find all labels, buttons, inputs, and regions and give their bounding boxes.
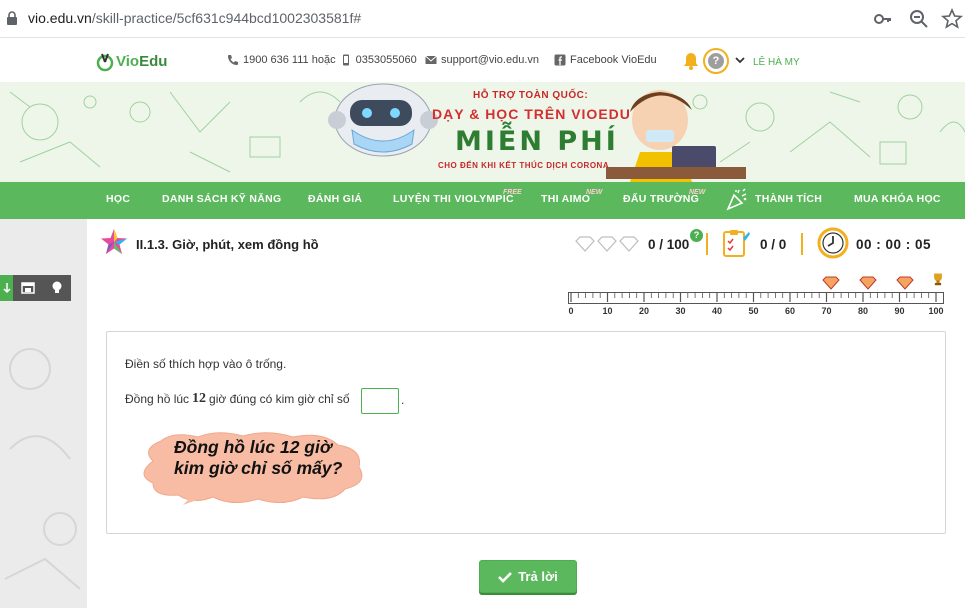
hint-button[interactable] bbox=[42, 275, 71, 301]
question-trailing-period: . bbox=[401, 393, 405, 407]
facebook-label: Facebook VioEdu bbox=[570, 54, 657, 66]
nav-item-hoc[interactable]: HỌC bbox=[106, 193, 130, 205]
trophy-icon bbox=[934, 273, 942, 286]
hint-line-2: kim giờ chỉ số mấy? bbox=[174, 458, 343, 478]
nav-item-achievements[interactable]: THÀNH TÍCH bbox=[755, 193, 822, 205]
elapsed-timer: 00 : 00 : 05 bbox=[856, 237, 932, 252]
url-field[interactable]: vio.edu.vn/skill-practice/5cf631c944bcd1… bbox=[28, 10, 361, 26]
notification-bell-icon[interactable] bbox=[682, 51, 700, 71]
checkmark-icon bbox=[498, 571, 513, 583]
header-divider bbox=[801, 233, 803, 255]
banner-headline: DẠY & HỌC TRÊN VIOEDU bbox=[432, 106, 631, 122]
party-popper-icon bbox=[726, 188, 747, 211]
main-nav: HỌC DANH SÁCH KỸ NĂNG ĐÁNH GIÁ LUYỆN THI… bbox=[0, 182, 965, 219]
chevron-down-icon[interactable] bbox=[735, 55, 745, 65]
nav-item-skill-list[interactable]: DANH SÁCH KỸ NĂNG bbox=[162, 193, 281, 205]
header-divider bbox=[706, 233, 708, 255]
nav-item-violympic[interactable]: LUYỆN THI VIOLYMPIC bbox=[393, 193, 514, 205]
side-toolbar-toggle[interactable] bbox=[0, 275, 13, 301]
question-number: 12 bbox=[192, 391, 207, 406]
lock-icon bbox=[7, 11, 17, 25]
progress-ruler: 0 10 20 30 40 50 60 70 80 90 100 bbox=[568, 292, 944, 316]
window-button[interactable] bbox=[13, 275, 42, 301]
facebook-link[interactable]: Facebook VioEdu bbox=[554, 54, 657, 66]
diamond-milestone-icon bbox=[859, 276, 877, 290]
score-value: 0 / 100 bbox=[648, 237, 690, 252]
clock-icon bbox=[817, 227, 849, 259]
new-badge: NEW bbox=[689, 189, 706, 196]
question-text-before: Đồng hồ lúc bbox=[125, 392, 190, 406]
hint-line-1: Đồng hồ lúc 12 giờ bbox=[174, 437, 332, 457]
window-icon bbox=[20, 282, 35, 294]
banner-footnote: CHO ĐẾN KHI KẾT THÚC DỊCH CORONA bbox=[438, 161, 610, 170]
zoom-out-icon[interactable] bbox=[908, 8, 930, 30]
lightbulb-icon bbox=[52, 281, 61, 293]
key-icon[interactable] bbox=[872, 8, 894, 30]
phone-number: 1900 636 111 hoặc bbox=[243, 54, 336, 66]
logo-text-vio: Vio bbox=[116, 52, 140, 70]
ruler-tick-label: 70 bbox=[821, 306, 831, 316]
logo-text-edu: Edu bbox=[139, 52, 168, 70]
browser-address-bar: vio.edu.vn/skill-practice/5cf631c944bcd1… bbox=[0, 0, 965, 38]
diamond-milestone-icon bbox=[822, 276, 840, 290]
ruler-tick-label: 10 bbox=[602, 306, 612, 316]
url-host: vio.edu.vn bbox=[28, 10, 92, 26]
clipboard-icon bbox=[723, 230, 750, 257]
side-toolbar bbox=[0, 275, 71, 301]
ruler-tick-label: 100 bbox=[928, 306, 943, 316]
mail-icon bbox=[425, 55, 437, 64]
submit-label: Trả lời bbox=[518, 569, 558, 584]
question-text: Đồng hồ lúc 12 giờ đúng có kim giờ chỉ s… bbox=[125, 391, 350, 407]
promo-banner[interactable]: HỖ TRỢ TOÀN QUỐC: DẠY & HỌC TRÊN VIOEDU … bbox=[0, 82, 965, 182]
nav-item-buy-course[interactable]: MUA KHÓA HỌC bbox=[854, 193, 941, 205]
user-avatar[interactable]: ? bbox=[703, 48, 729, 74]
question-instruction: Điền số thích hợp vào ô trống. bbox=[125, 357, 287, 371]
phone-icon bbox=[228, 55, 238, 65]
avatar-placeholder-icon: ? bbox=[708, 53, 724, 69]
ruler-tick-label: 50 bbox=[748, 306, 758, 316]
hint-text: Đồng hồ lúc 12 giờ kim giờ chỉ số mấy? bbox=[174, 437, 374, 479]
answered-count: 0 / 0 bbox=[760, 237, 787, 252]
logo-mark-icon bbox=[96, 53, 114, 72]
phone-contact: 1900 636 111 hoặc 0353055060 bbox=[227, 54, 417, 66]
diamond-milestone-icon bbox=[896, 276, 914, 290]
ruler-tick-label: 90 bbox=[894, 306, 904, 316]
skill-title: II.1.3. Giờ, phút, xem đồng hồ bbox=[136, 237, 319, 252]
vioedu-logo[interactable]: VioEdu bbox=[96, 49, 167, 73]
banner-tagline: HỖ TRỢ TOÀN QUỐC: bbox=[473, 90, 589, 101]
ruler-tick-label: 30 bbox=[675, 306, 685, 316]
mobile-number: 0353055060 bbox=[355, 54, 417, 66]
ruler-tick-label: 20 bbox=[639, 306, 649, 316]
answer-input[interactable] bbox=[361, 388, 399, 414]
score-help-icon[interactable]: ? bbox=[690, 229, 703, 242]
ruler-tick-label: 40 bbox=[712, 306, 722, 316]
robot-mascot bbox=[328, 83, 438, 157]
nav-item-assessment[interactable]: ĐÁNH GIÁ bbox=[308, 193, 362, 205]
email-contact[interactable]: support@vio.edu.vn bbox=[425, 54, 539, 66]
skill-star-icon bbox=[101, 229, 127, 254]
nav-item-aimo[interactable]: THI AIMO bbox=[541, 193, 590, 205]
new-badge: NEW bbox=[586, 189, 603, 196]
bookmark-star-icon[interactable] bbox=[941, 8, 963, 30]
ruler-tick-label: 0 bbox=[568, 306, 573, 316]
submit-answer-button[interactable]: Trả lời bbox=[479, 560, 577, 593]
diamond-rating-icons bbox=[575, 236, 639, 252]
user-name[interactable]: LÊ HÀ MY bbox=[753, 57, 800, 68]
url-path: /skill-practice/5cf631c944bcd1002303581f… bbox=[91, 10, 362, 26]
facebook-icon bbox=[554, 54, 566, 66]
nav-item-arena[interactable]: ĐẤU TRƯỜNG bbox=[623, 193, 699, 205]
question-text-after: giờ đúng có kim giờ chỉ số bbox=[209, 392, 350, 406]
support-email: support@vio.edu.vn bbox=[441, 54, 540, 66]
site-header: VioEdu 1900 636 111 hoặc 0353055060 supp… bbox=[0, 38, 965, 82]
ruler-tick-label: 80 bbox=[858, 306, 868, 316]
ruler-tick-label: 60 bbox=[785, 306, 795, 316]
banner-free-title: MIỄN PHÍ bbox=[455, 126, 619, 157]
arrow-down-icon bbox=[2, 283, 11, 294]
boy-with-laptop-illustration bbox=[606, 90, 746, 182]
free-badge: FREE bbox=[503, 189, 522, 196]
mobile-icon bbox=[342, 54, 349, 66]
